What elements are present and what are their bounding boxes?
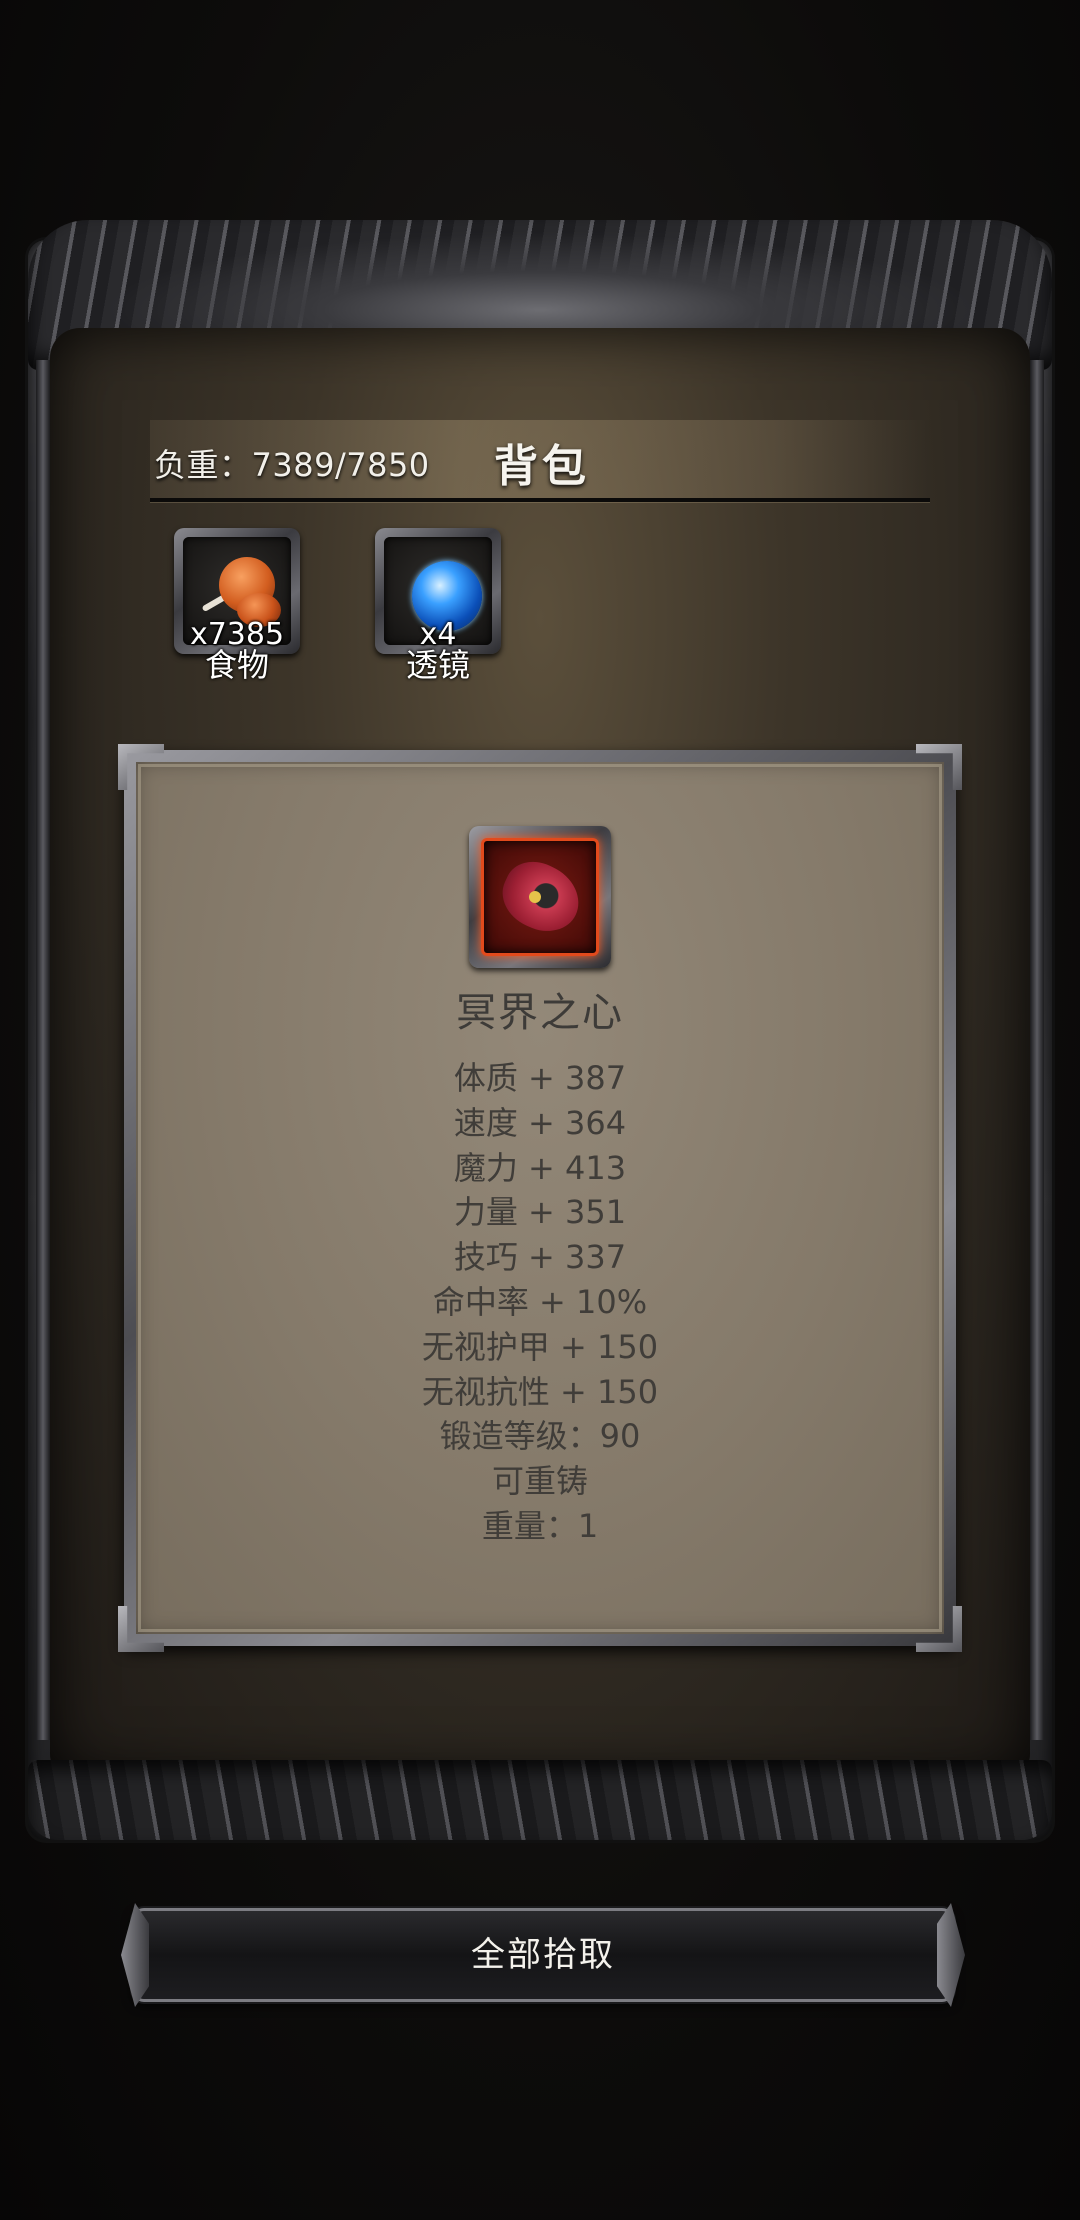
detail-item-icon-frame [469,826,611,968]
item-name-food: 食物 [204,646,269,684]
frame-side-left [36,360,50,1740]
stat-line: 锻造等级：90 [439,1417,641,1456]
frame-side-right [1030,360,1044,1740]
stat-line: 速度 + 364 [453,1103,627,1142]
frame-bottom-ornament [28,1760,1052,1840]
game-screen: 负重：7389/7850 背包 x7385 食物 x4 透镜 冥界之心 体质 +… [0,0,1080,2220]
heart-of-underworld-icon [492,851,590,943]
roast-meat-icon [219,557,281,627]
button-ornament-right [937,1903,965,2007]
item-name-lens: 透镜 [405,646,470,684]
detail-item-slot [481,838,599,956]
stat-line: 可重铸 [491,1462,588,1501]
page-title: 背包 [494,441,590,492]
stat-line: 技巧 + 337 [453,1238,627,1277]
inventory-item-lens[interactable]: x4 [375,528,501,654]
pickup-all-button[interactable]: 全部拾取 [121,1903,965,2007]
button-ornament-left [121,1903,149,2007]
stat-line: 重量：1 [481,1506,599,1545]
item-slot: x7385 [183,537,291,652]
gem-icon [529,891,541,903]
item-stats-list: 体质 + 387 速度 + 364 魔力 + 413 力量 + 351 技巧 +… [124,1056,956,1549]
item-slot: x4 [384,537,492,652]
stat-line: 无视护甲 + 150 [421,1327,659,1366]
weight-label: 负重：7389/7850 [154,446,430,484]
stat-line: 力量 + 351 [453,1193,627,1232]
inventory-item-food[interactable]: x7385 [174,528,300,654]
stat-line: 无视抗性 + 150 [421,1372,659,1411]
pickup-all-label: 全部拾取 [471,1935,615,1975]
header-divider [150,498,930,502]
detail-item-name: 冥界之心 [456,990,624,1036]
stat-line: 魔力 + 413 [453,1148,627,1187]
stat-line: 体质 + 387 [453,1059,627,1097]
stat-line: 命中率 + 10% [432,1282,648,1321]
